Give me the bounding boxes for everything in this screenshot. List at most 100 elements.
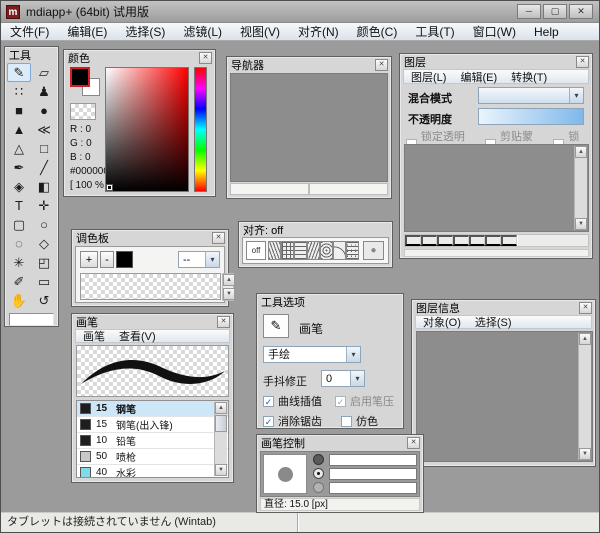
menu-window[interactable]: 窗口(W) bbox=[464, 23, 525, 41]
draw-mode-dropdown[interactable]: 手绘 ▾ bbox=[263, 346, 361, 363]
layers-toolbar-button[interactable] bbox=[405, 235, 421, 246]
hue-slider[interactable] bbox=[194, 67, 207, 192]
tool-fill-rect-button[interactable]: ■ bbox=[7, 101, 31, 120]
close-button[interactable]: ✕ bbox=[569, 4, 593, 19]
tool-pen-button[interactable]: ✎ bbox=[7, 63, 31, 82]
foreground-color-swatch[interactable] bbox=[70, 67, 90, 87]
color-panel-titlebar[interactable]: 颜色 ✕ bbox=[64, 50, 215, 64]
layers-panel-titlebar[interactable]: 图层 ✕ bbox=[400, 54, 592, 68]
scrollbar-thumb[interactable] bbox=[215, 415, 227, 432]
layer-info-list[interactable]: ▲ ▼ bbox=[416, 331, 593, 462]
tool-rotate-view-button[interactable]: ↺ bbox=[32, 291, 56, 310]
brush-menu-brush[interactable]: 画笔 bbox=[76, 328, 112, 344]
tool-bucket-button[interactable]: ◈ bbox=[7, 177, 31, 196]
navigator-panel-close-button[interactable]: ✕ bbox=[375, 59, 388, 71]
brush-list-item[interactable]: 10 铅笔 bbox=[77, 433, 228, 449]
horizontal-ruler-button[interactable] bbox=[294, 241, 307, 260]
palette-add-button[interactable]: + bbox=[80, 251, 98, 268]
tool-path-pen-button[interactable]: ✒ bbox=[7, 158, 31, 177]
menu-tools[interactable]: 工具(T) bbox=[406, 23, 463, 41]
palette-remove-button[interactable]: - bbox=[100, 251, 114, 268]
navigator-preview[interactable] bbox=[230, 73, 388, 182]
pen-pressure-checkbox[interactable]: ✓启用笔压 bbox=[335, 393, 394, 409]
dithering-checkbox[interactable]: 仿色 bbox=[341, 413, 378, 429]
menu-help[interactable]: Help bbox=[525, 23, 568, 41]
grid-ruler-button[interactable] bbox=[281, 241, 294, 260]
layer-info-menu-object[interactable]: 对象(O) bbox=[416, 314, 468, 330]
layers-toolbar-button[interactable] bbox=[485, 235, 501, 246]
scroll-down-button[interactable]: ▼ bbox=[579, 448, 591, 460]
brush-list-item[interactable]: 40 水彩 bbox=[77, 465, 228, 478]
brush-list-scrollbar[interactable]: ▲ ▼ bbox=[214, 402, 227, 476]
maximize-button[interactable]: ▢ bbox=[543, 4, 567, 19]
brush-control-panel-close-button[interactable]: ✕ bbox=[407, 437, 420, 449]
ellipse-ruler-button[interactable]: ● bbox=[363, 241, 384, 260]
layers-menu-edit[interactable]: 编辑(E) bbox=[453, 69, 504, 85]
layers-toolbar-button[interactable] bbox=[469, 235, 485, 246]
menu-align[interactable]: 对齐(N) bbox=[289, 23, 348, 41]
layer-info-panel-close-button[interactable]: ✕ bbox=[579, 302, 592, 314]
menu-file[interactable]: 文件(F) bbox=[1, 23, 58, 41]
palette-scrollbar[interactable]: ▲ ▼ bbox=[222, 273, 234, 301]
title-bar[interactable]: m mdiapp+ (64bit) 试用版 ─ ▢ ✕ bbox=[1, 1, 599, 23]
menu-filter[interactable]: 滤镜(L) bbox=[174, 23, 231, 41]
tool-eyedropper-button[interactable]: ✐ bbox=[7, 272, 31, 291]
tool-options-panel-titlebar[interactable]: 工具选项 bbox=[257, 294, 403, 308]
navigator-zoom-field[interactable] bbox=[230, 183, 309, 195]
brush-list-item[interactable]: 15 钢笔(出入锋) bbox=[77, 417, 228, 433]
brush-panel-titlebar[interactable]: 画笔 ✕ bbox=[72, 314, 233, 328]
layers-toolbar-button[interactable] bbox=[501, 235, 517, 246]
tool-line-button[interactable]: ╱ bbox=[32, 158, 56, 177]
palette-set-dropdown[interactable]: -- ▾ bbox=[178, 251, 220, 268]
layer-info-menu-select[interactable]: 选择(S) bbox=[468, 314, 519, 330]
palette-panel-close-button[interactable]: ✕ bbox=[212, 232, 225, 244]
tool-select-rect-button[interactable]: ▢ bbox=[7, 215, 31, 234]
layers-toolbar-button[interactable] bbox=[421, 235, 437, 246]
layer-opacity-slider[interactable] bbox=[478, 108, 584, 125]
curve-ruler-button[interactable] bbox=[333, 241, 346, 260]
tool-lasso-button[interactable]: ◌ bbox=[7, 234, 31, 253]
tool-fill-ellipse-button[interactable]: ● bbox=[32, 101, 56, 120]
palette-swatch-area[interactable]: ▲ ▼ bbox=[80, 273, 221, 300]
palette-panel-titlebar[interactable]: 调色板 ✕ bbox=[72, 230, 228, 244]
menu-edit[interactable]: 编辑(E) bbox=[58, 23, 116, 41]
layers-menu-convert[interactable]: 转换(T) bbox=[504, 69, 554, 85]
concentric-ruler-button[interactable] bbox=[320, 241, 333, 260]
brush-menu-view[interactable]: 查看(V) bbox=[112, 328, 163, 344]
menu-select[interactable]: 选择(S) bbox=[116, 23, 174, 41]
layer-list-scrollbar[interactable]: ▲ ▼ bbox=[574, 146, 587, 230]
tool-fill-polyline-button[interactable]: ≪ bbox=[32, 120, 56, 139]
color-panel-close-button[interactable]: ✕ bbox=[199, 52, 212, 64]
stabilization-dropdown[interactable]: 0 ▾ bbox=[321, 370, 365, 387]
tool-rect-outline-button[interactable]: □ bbox=[32, 139, 56, 158]
tool-select-ellipse-button[interactable]: ○ bbox=[32, 215, 56, 234]
layer-info-panel-titlebar[interactable]: 图层信息 ✕ bbox=[412, 300, 595, 314]
menu-view[interactable]: 视图(V) bbox=[231, 23, 289, 41]
tool-closed-curve-button[interactable]: △ bbox=[7, 139, 31, 158]
brush-min-size-slider[interactable] bbox=[329, 468, 417, 480]
minimize-button[interactable]: ─ bbox=[517, 4, 541, 19]
layers-toolbar-button[interactable] bbox=[437, 235, 453, 246]
transparent-color-swatch[interactable] bbox=[70, 103, 96, 120]
navigator-panel-titlebar[interactable]: 导航器 ✕ bbox=[227, 57, 391, 71]
tool-stamp-button[interactable]: ♟ bbox=[32, 82, 56, 101]
palette-current-swatch[interactable] bbox=[116, 251, 133, 268]
tool-eraser-button[interactable]: ▱ bbox=[32, 63, 56, 82]
brush-panel-close-button[interactable]: ✕ bbox=[217, 316, 230, 328]
curve-interpolation-checkbox[interactable]: ✓曲线插值 bbox=[263, 393, 322, 409]
layers-toolbar-button[interactable] bbox=[453, 235, 469, 246]
tool-select-polygon-button[interactable]: ◇ bbox=[32, 234, 56, 253]
tool-magic-wand-button[interactable]: ✳ bbox=[7, 253, 31, 272]
tool-gradient-button[interactable]: ◧ bbox=[32, 177, 56, 196]
tool-fill-polygon-button[interactable]: ▲ bbox=[7, 120, 31, 139]
scroll-down-button[interactable]: ▼ bbox=[215, 464, 227, 476]
blend-mode-dropdown[interactable]: ▾ bbox=[478, 87, 584, 104]
ruler-off-button[interactable]: off bbox=[246, 241, 266, 260]
scroll-down-button[interactable]: ▼ bbox=[575, 218, 587, 230]
tools-panel-titlebar[interactable]: 工具 bbox=[5, 47, 58, 61]
brush-opacity-slider[interactable] bbox=[329, 482, 417, 494]
brush-control-panel-titlebar[interactable]: 画笔控制 ✕ bbox=[257, 435, 423, 449]
parallel-ruler-button[interactable] bbox=[268, 241, 281, 260]
layer-list[interactable]: ▲ ▼ bbox=[404, 144, 589, 232]
layer-info-scrollbar[interactable]: ▲ ▼ bbox=[578, 333, 591, 460]
